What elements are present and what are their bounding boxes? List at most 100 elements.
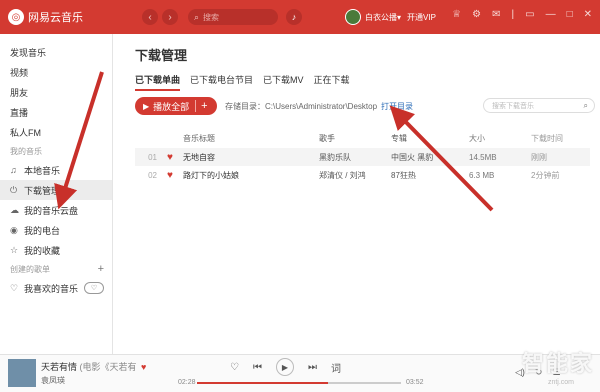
artist[interactable]: 黑豹乐队 (319, 152, 391, 163)
sidebar-item-downloads[interactable]: ⏻ 下载管理 (0, 180, 112, 200)
now-playing-artist[interactable]: 袁凤瑛 (41, 375, 65, 386)
play-icon: ▶ (143, 101, 150, 111)
column-header[interactable]: 歌手 (319, 133, 391, 144)
title-bar: ◎ 网易云音乐 ‹ › ⌕ 搜索 ♪ 白衣公播 ▾ 开通VIP ♕ ⚙ ✉ | … (0, 0, 600, 34)
microphone-icon[interactable]: ♪ (286, 9, 302, 25)
section-heading-label: 创建的歌单 (10, 264, 50, 274)
sidebar-item-local-music[interactable]: ♫ 本地音乐 (0, 160, 112, 180)
download-search-input[interactable]: 搜索下载音乐 ⌕ (483, 98, 595, 113)
app-name: 网易云音乐 (28, 12, 83, 24)
song-title[interactable]: 路灯下的小姑娘 (179, 170, 319, 181)
mail-icon[interactable]: ✉ (492, 9, 500, 20)
sidebar-item-label: 私人FM (10, 127, 41, 138)
current-time: 02:28 (178, 379, 196, 386)
search-icon: ⌕ (583, 100, 588, 110)
sidebar: 发现音乐 视频 朋友 直播 私人FM 我的音乐 ♫ 本地音乐 ⏻ 下载管理 ☁ 我的音… (0, 34, 113, 354)
table-row[interactable]: 01 ♥ 无地自容 黑豹乐队 中国火 黑豹 14.5MB 刚刚 (135, 148, 590, 166)
sidebar-item-friends[interactable]: 朋友 (0, 82, 112, 102)
heart-icon[interactable]: ♥ (141, 362, 146, 372)
album[interactable]: 中国火 黑豹 (391, 152, 469, 163)
column-header[interactable]: 专辑 (391, 133, 469, 144)
heart-icon[interactable]: ♥ (161, 170, 179, 181)
search-icon: ⌕ (194, 11, 200, 22)
sidebar-item-discover[interactable]: 发现音乐 (0, 42, 112, 62)
lyrics-button[interactable]: 词 (331, 360, 341, 375)
tab-downloading[interactable]: 正在下载 (314, 73, 350, 91)
column-header[interactable]: 下载时间 (531, 133, 581, 144)
tab-bar: 已下载单曲 已下载电台节目 已下载MV 正在下载 (135, 73, 350, 91)
sidebar-item-label: 视频 (10, 67, 29, 78)
playback-controls: ♡ ⏮ ▶ ⏭ 词 (230, 358, 341, 376)
sidebar-item-label: 直播 (10, 107, 29, 118)
column-header[interactable]: 大小 (469, 133, 531, 144)
heartbeat-mode-button[interactable]: ♡ (84, 282, 105, 294)
tab-downloaded-songs[interactable]: 已下载单曲 (135, 73, 181, 91)
tab-downloaded-mv[interactable]: 已下载MV (263, 73, 304, 91)
shirt-icon[interactable]: ♕ (452, 9, 461, 20)
now-playing-title[interactable]: 天若有情 (电影《天若有 ♥ (41, 360, 146, 373)
watermark: 智能家 (521, 351, 594, 376)
sidebar-item-label: 我喜欢的音乐 (24, 283, 79, 294)
progress-slider[interactable] (197, 382, 401, 384)
user-menu[interactable]: 白衣公播 ▾ 开通VIP (345, 9, 436, 25)
sidebar-item-label: 朋友 (10, 87, 29, 98)
username[interactable]: 白衣公播 (365, 12, 397, 23)
sidebar-item-label: 下载管理 (24, 185, 61, 196)
file-size: 14.5MB (469, 152, 497, 162)
player-bar: 天若有情 (电影《天若有 ♥ 袁凤瑛 ♡ ⏮ ▶ ⏭ 词 02:28 03:52… (0, 354, 600, 392)
section-heading: 创建的歌单 + (0, 260, 112, 278)
table-row[interactable]: 02 ♥ 路灯下的小姑娘 郑清仪 / 刘鸿 87狂热 6.3 MB 2分钟前 (135, 166, 590, 184)
avatar[interactable] (345, 9, 361, 25)
sidebar-item-collection[interactable]: ☆ 我的收藏 (0, 240, 112, 260)
open-directory-link[interactable]: 打开目录 (381, 101, 413, 112)
search-input[interactable]: ⌕ 搜索 (188, 9, 278, 25)
divider: | (511, 9, 515, 20)
like-outline-icon[interactable]: ♡ (230, 362, 239, 373)
sidebar-item-label: 我的电台 (24, 225, 61, 236)
previous-icon[interactable]: ⏮ (253, 362, 262, 373)
column-header[interactable]: 音乐标题 (179, 133, 319, 144)
sidebar-item-liked[interactable]: ♡ 我喜欢的音乐 ♡ (0, 278, 112, 298)
maximize-icon[interactable]: □ (567, 9, 573, 20)
download-time: 刚刚 (531, 152, 547, 162)
tab-downloaded-radio[interactable]: 已下载电台节目 (190, 73, 253, 91)
artist[interactable]: 郑清仪 / 刘鸿 (319, 170, 391, 181)
chevron-right-icon[interactable]: › (162, 9, 178, 25)
add-to-queue-button[interactable]: + (195, 100, 208, 112)
sidebar-item-video[interactable]: 视频 (0, 62, 112, 82)
vip-link[interactable]: 开通VIP (407, 12, 436, 23)
sidebar-item-fm[interactable]: 私人FM (0, 122, 112, 142)
song-title[interactable]: 无地自容 (179, 152, 319, 163)
table-header: 音乐标题 歌手 专辑 大小 下载时间 (135, 130, 590, 146)
heart-icon[interactable]: ♥ (161, 152, 179, 163)
play-all-button[interactable]: ▶ 播放全部 + (135, 97, 217, 115)
sidebar-item-cloud[interactable]: ☁ 我的音乐云盘 (0, 200, 112, 220)
gear-icon[interactable]: ⚙ (472, 9, 481, 20)
radio-icon: ◉ (10, 224, 18, 235)
sidebar-item-radio[interactable]: ◉ 我的电台 (0, 220, 112, 240)
file-size: 6.3 MB (469, 170, 495, 180)
pause-button[interactable]: ▶ (275, 358, 294, 376)
chevron-left-icon[interactable]: ‹ (142, 9, 158, 25)
song-name: 天若有情 (41, 362, 78, 372)
add-playlist-button[interactable]: + (98, 263, 104, 275)
album[interactable]: 87狂热 (391, 170, 469, 181)
next-icon[interactable]: ⏭ (308, 362, 317, 373)
mini-mode-icon[interactable]: ▭ (525, 9, 534, 20)
app-logo[interactable]: ◎ 网易云音乐 (8, 9, 128, 25)
download-time: 2分钟前 (531, 170, 560, 180)
toolbar: ▶ 播放全部 + 存储目录：C:\Users\Administrator\Des… (135, 96, 595, 116)
minimize-icon[interactable]: — (546, 9, 556, 20)
cloud-icon: ☁ (10, 204, 19, 215)
progress-fill (197, 382, 328, 384)
section-heading: 我的音乐 (0, 142, 112, 160)
total-time: 03:52 (406, 379, 424, 386)
star-icon: ☆ (10, 244, 19, 255)
sidebar-item-label: 我的收藏 (24, 245, 61, 256)
album-cover[interactable] (8, 359, 36, 387)
watermark-url: zntj.com (547, 379, 574, 386)
sidebar-item-label: 发现音乐 (10, 47, 47, 58)
search-placeholder: 搜索 (203, 12, 220, 22)
sidebar-item-live[interactable]: 直播 (0, 102, 112, 122)
close-icon[interactable]: ✕ (584, 9, 592, 20)
